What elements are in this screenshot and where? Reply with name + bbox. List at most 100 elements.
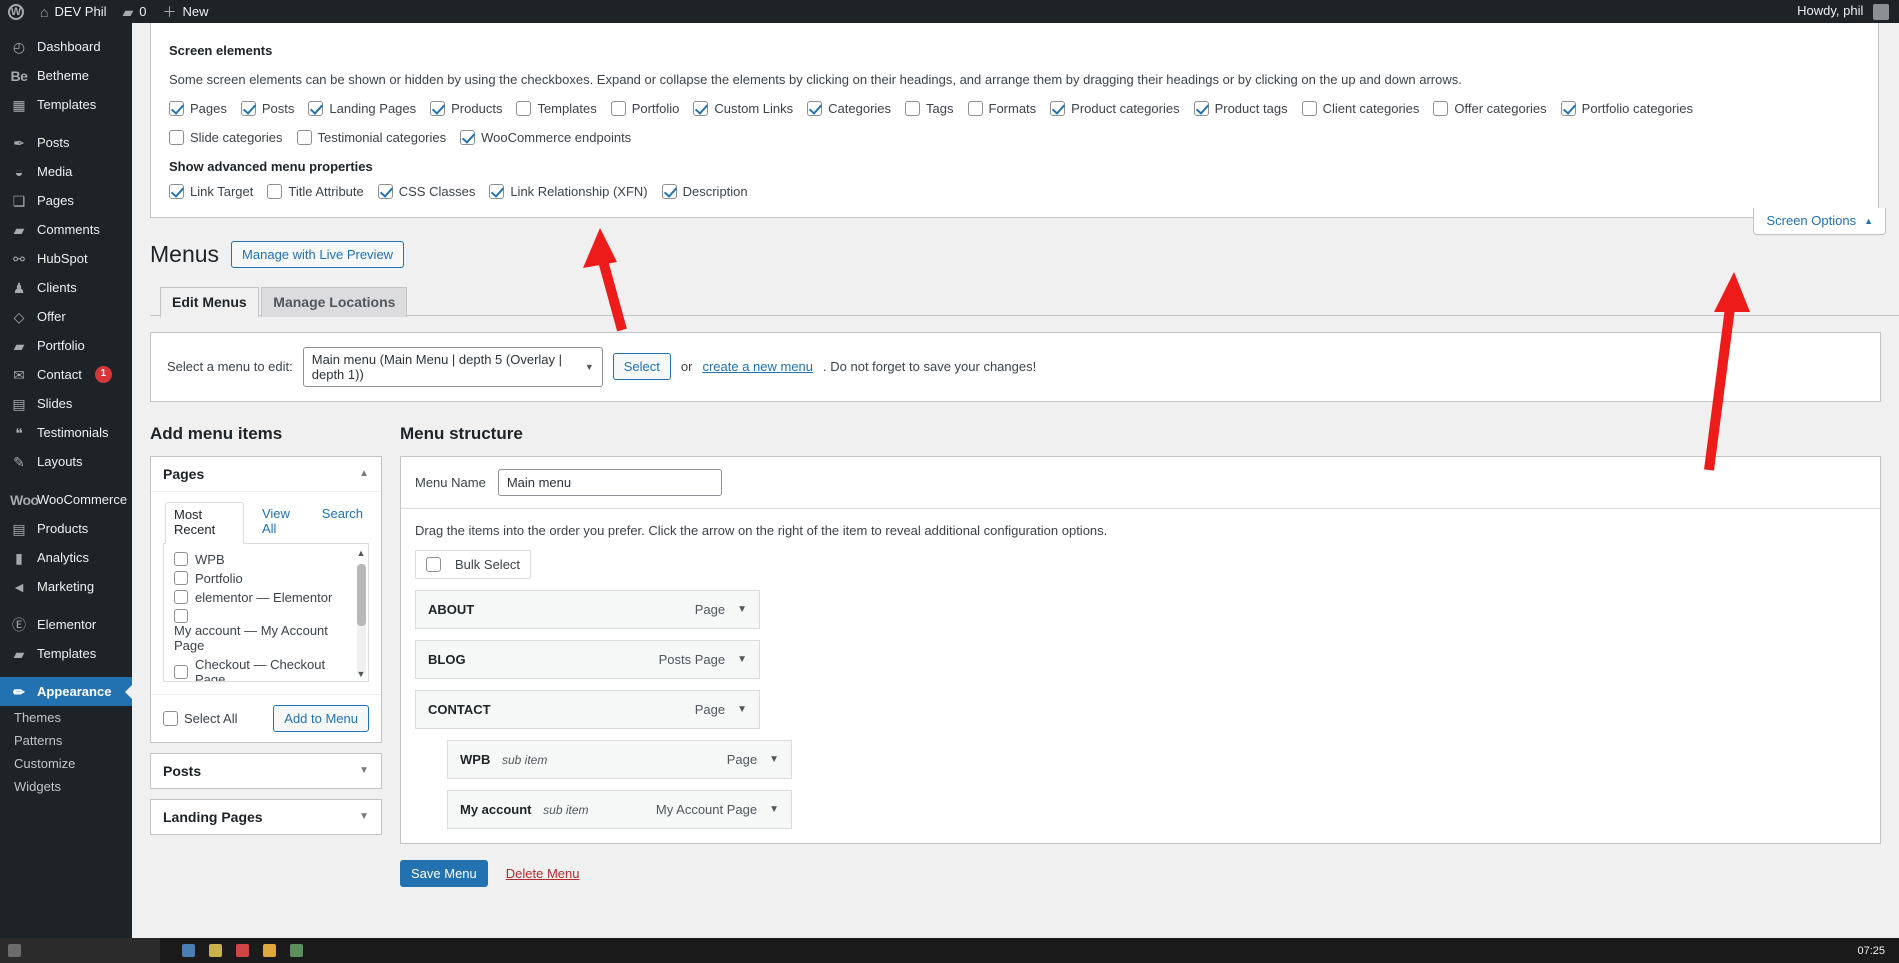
chevron-down-icon[interactable]: ▼ — [359, 765, 369, 776]
sidebar-item-templates-elementor[interactable]: ▰ Templates — [0, 639, 132, 668]
sidebar-item-templates[interactable]: ▦ Templates — [0, 90, 132, 119]
checkbox-portfolio[interactable]: Portfolio — [610, 101, 679, 116]
new-content-menu[interactable]: ＋ New — [155, 0, 217, 23]
subtab-search[interactable]: Search — [318, 502, 367, 543]
select-button[interactable]: Select — [612, 353, 671, 381]
checkbox-css-classes[interactable]: CSS Classes — [377, 184, 475, 199]
delete-menu-link[interactable]: Delete Menu — [506, 866, 580, 881]
chevron-down-icon[interactable]: ▼ — [769, 754, 779, 765]
sidebar-item-woocommerce[interactable]: Woo WooCommerce — [0, 485, 132, 514]
sidebar-item-marketing[interactable]: ◄ Marketing — [0, 572, 132, 601]
sidebar-item-layouts[interactable]: ✎ Layouts — [0, 447, 132, 476]
list-item[interactable]: My account — My Account Page — [164, 607, 368, 655]
checkbox-link-relationship-xfn[interactable]: Link Relationship (XFN) — [489, 184, 648, 199]
my-account-menu[interactable]: Howdy, phil — [1797, 3, 1899, 20]
sidebar-item-appearance[interactable]: ✏ Appearance — [0, 677, 132, 706]
select-all-checkbox[interactable]: Select All — [163, 710, 237, 726]
checkbox-templates[interactable]: Templates — [516, 101, 597, 116]
tab-edit-menus[interactable]: Edit Menus — [160, 286, 259, 318]
save-menu-button[interactable]: Save Menu — [400, 859, 488, 887]
menu-row-blog[interactable]: BLOG Posts Page ▼ — [415, 639, 760, 679]
pages-panel-header[interactable]: Pages ▲ — [151, 457, 381, 492]
posts-panel-header[interactable]: Posts ▼ — [151, 754, 381, 788]
sidebar-item-media[interactable]: ◒ Media — [0, 157, 132, 186]
sidebar-item-posts[interactable]: ✒ Posts — [0, 128, 132, 157]
sidebar-item-products[interactable]: ▤ Products — [0, 514, 132, 543]
sidebar-item-contact[interactable]: ✉ Contact 1 — [0, 360, 132, 389]
checkbox-box[interactable] — [174, 590, 188, 605]
taskbar-start-area[interactable] — [0, 938, 160, 963]
scrollbar-thumb[interactable] — [357, 563, 366, 626]
chevron-up-icon[interactable]: ▲ — [359, 468, 369, 479]
checkbox-custom-links[interactable]: Custom Links — [693, 101, 793, 116]
list-item[interactable]: Checkout — Checkout Page — [164, 655, 368, 681]
sidebar-item-slides[interactable]: ▤ Slides — [0, 389, 132, 418]
list-item[interactable]: elementor — Elementor — [164, 588, 368, 607]
checkbox-portfolio-categories[interactable]: Portfolio categories — [1560, 101, 1693, 116]
checkbox-box[interactable] — [174, 664, 188, 679]
sidebar-item-pages[interactable]: ❏ Pages — [0, 186, 132, 215]
chevron-down-icon[interactable]: ▼ — [737, 654, 747, 665]
taskbar-app-icon[interactable] — [290, 944, 303, 957]
checkbox-tags[interactable]: Tags — [905, 101, 954, 116]
checkbox-testimonial-categories[interactable]: Testimonial categories — [296, 130, 446, 145]
chevron-down-icon[interactable]: ▼ — [769, 804, 779, 815]
list-item[interactable]: WPB — [164, 550, 368, 569]
sidebar-item-hubspot[interactable]: ⚯ HubSpot — [0, 244, 132, 273]
checkbox-pages[interactable]: Pages — [169, 101, 227, 116]
chevron-down-icon[interactable]: ▼ — [359, 811, 369, 822]
checkbox-product-categories[interactable]: Product categories — [1050, 101, 1180, 116]
create-new-menu-link[interactable]: create a new menu — [702, 359, 813, 374]
checkbox-link-target[interactable]: Link Target — [169, 184, 253, 199]
menu-name-input[interactable]: Main menu — [497, 468, 722, 496]
menu-select-dropdown[interactable]: Main menu (Main Menu | depth 5 (Overlay … — [302, 346, 603, 387]
subtab-most-recent[interactable]: Most Recent — [165, 501, 244, 544]
checkbox-product-tags[interactable]: Product tags — [1193, 101, 1288, 116]
menu-row-my-account[interactable]: My account sub item My Account Page ▼ — [447, 789, 792, 829]
checkbox-description[interactable]: Description — [661, 184, 748, 199]
checkbox-box[interactable] — [174, 608, 188, 623]
menu-row-wpb[interactable]: WPB sub item Page ▼ — [447, 739, 792, 779]
taskbar-app-icon[interactable] — [236, 944, 249, 957]
bulk-select-checkbox[interactable]: Bulk Select — [415, 549, 532, 579]
checkbox-client-categories[interactable]: Client categories — [1301, 101, 1419, 116]
checkbox-box[interactable] — [174, 571, 188, 586]
add-to-menu-button[interactable]: Add to Menu — [273, 704, 369, 732]
menu-row-contact[interactable]: CONTACT Page ▼ — [415, 689, 760, 729]
checkbox-box[interactable] — [174, 552, 188, 567]
taskbar-app-icon[interactable] — [263, 944, 276, 957]
sidebar-item-testimonials[interactable]: ❝ Testimonials — [0, 418, 132, 447]
sidebar-subitem-patterns[interactable]: Patterns — [0, 729, 132, 752]
sidebar-item-clients[interactable]: ♟ Clients — [0, 273, 132, 302]
sidebar-item-betheme[interactable]: Be Betheme — [0, 61, 132, 90]
checkbox-woocommerce-endpoints[interactable]: WooCommerce endpoints — [460, 130, 631, 145]
sidebar-item-dashboard[interactable]: ◴ Dashboard — [0, 32, 132, 61]
checkbox-slide-categories[interactable]: Slide categories — [169, 130, 283, 145]
screen-options-tab-button[interactable]: Screen Options ▲ — [1753, 208, 1886, 235]
sidebar-subitem-customize[interactable]: Customize — [0, 752, 132, 775]
sidebar-subitem-widgets[interactable]: Widgets — [0, 775, 132, 798]
sidebar-item-elementor[interactable]: Ⓔ Elementor — [0, 610, 132, 639]
subtab-view-all[interactable]: View All — [258, 502, 304, 543]
menu-row-about[interactable]: ABOUT Page ▼ — [415, 589, 760, 629]
manage-with-live-preview-button[interactable]: Manage with Live Preview — [231, 241, 405, 269]
checkbox-landing-pages[interactable]: Landing Pages — [308, 101, 416, 116]
taskbar-folder-icon[interactable] — [209, 944, 222, 957]
taskbar-app-icon[interactable] — [182, 944, 195, 957]
tab-manage-locations[interactable]: Manage Locations — [261, 286, 408, 317]
sidebar-item-portfolio[interactable]: ▰ Portfolio — [0, 331, 132, 360]
checkbox-categories[interactable]: Categories — [807, 101, 891, 116]
list-scrollbar[interactable] — [357, 563, 366, 676]
chevron-down-icon[interactable]: ▼ — [737, 604, 747, 615]
checkbox-posts[interactable]: Posts — [240, 101, 294, 116]
chevron-down-icon[interactable]: ▼ — [355, 669, 367, 679]
site-name-menu[interactable]: ⌂ DEV Phil — [32, 0, 115, 23]
chevron-up-icon[interactable]: ▲ — [355, 548, 367, 558]
comments-bubble[interactable]: ▰ 0 — [115, 0, 155, 23]
chevron-down-icon[interactable]: ▼ — [737, 704, 747, 715]
checkbox-products[interactable]: Products — [430, 101, 502, 116]
checkbox-formats[interactable]: Formats — [967, 101, 1036, 116]
list-item[interactable]: Portfolio — [164, 569, 368, 588]
sidebar-item-analytics[interactable]: ▮ Analytics — [0, 543, 132, 572]
sidebar-subitem-themes[interactable]: Themes — [0, 706, 132, 729]
